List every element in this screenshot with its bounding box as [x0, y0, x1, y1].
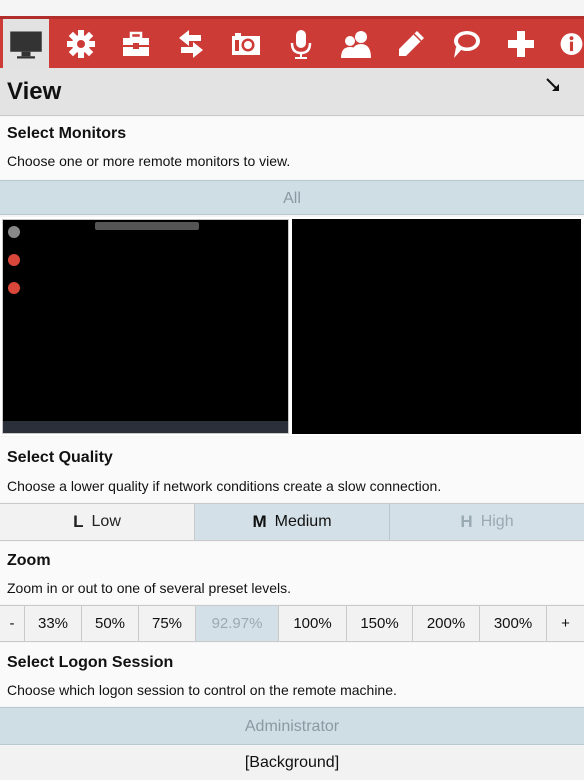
- info-icon: [560, 32, 583, 55]
- session-administrator-button[interactable]: Administrator: [0, 707, 584, 745]
- section-title: Select Monitors: [7, 125, 127, 142]
- monitor-2-thumbnail[interactable]: [292, 219, 581, 434]
- toolbox-tab-button[interactable]: [113, 19, 159, 68]
- section-title: Select Quality: [7, 449, 113, 466]
- zoom-100-button[interactable]: 100%: [279, 606, 347, 641]
- monitor-icon: [10, 31, 42, 59]
- remote-taskbar: [3, 421, 288, 433]
- section-title: Select Logon Session: [7, 654, 174, 671]
- browser-icon: [8, 282, 20, 294]
- zoom-150-button[interactable]: 150%: [347, 606, 413, 641]
- chat-bubble-icon: [454, 30, 480, 58]
- screenshot-tab-button[interactable]: [223, 19, 269, 68]
- section-title: Zoom: [7, 552, 51, 569]
- annotate-tab-button[interactable]: [388, 19, 434, 68]
- zoom-current-button[interactable]: 92.97%: [196, 606, 279, 641]
- section-description: Choose a lower quality if network condit…: [7, 478, 442, 494]
- users-icon: [341, 30, 371, 58]
- session-background-button[interactable]: [Background]: [0, 746, 584, 780]
- plus-icon: [508, 30, 534, 57]
- view-tab-button[interactable]: [3, 19, 49, 71]
- quality-high-button[interactable]: H High: [390, 504, 584, 540]
- zoom-200-button[interactable]: 200%: [413, 606, 480, 641]
- pencil-icon: [399, 30, 424, 56]
- recycle-bin-icon: [8, 226, 20, 238]
- quality-options: L Low M Medium H High: [0, 503, 584, 541]
- info-tab-button[interactable]: [553, 19, 584, 68]
- all-monitors-button[interactable]: All: [0, 180, 584, 215]
- chat-tab-button[interactable]: [443, 19, 489, 68]
- zoom-out-button[interactable]: -: [0, 606, 25, 641]
- zoom-50-button[interactable]: 50%: [82, 606, 139, 641]
- add-tab-button[interactable]: [498, 19, 544, 68]
- zoom-300-button[interactable]: 300%: [480, 606, 547, 641]
- zoom-section: Zoom Zoom in or out to one of several pr…: [0, 542, 584, 604]
- panel-title: View: [7, 78, 62, 105]
- monitor-thumbnails: [0, 217, 584, 436]
- monitor-1-thumbnail[interactable]: [2, 219, 289, 434]
- select-quality-section: Select Quality Choose a lower quality if…: [0, 437, 584, 502]
- settings-tab-button[interactable]: [58, 19, 104, 68]
- camera-icon: [232, 32, 260, 55]
- users-tab-button[interactable]: [333, 19, 379, 68]
- view-panel-header: View: [0, 68, 584, 116]
- collapse-arrow-icon[interactable]: [544, 76, 562, 94]
- quality-medium-button[interactable]: M Medium: [195, 504, 390, 540]
- zoom-33-button[interactable]: 33%: [25, 606, 82, 641]
- toolbox-icon: [123, 31, 149, 56]
- quality-low-button[interactable]: L Low: [0, 504, 195, 540]
- remote-toolbar-preview: [95, 222, 199, 230]
- microphone-icon: [290, 29, 312, 59]
- gear-icon: [67, 29, 95, 58]
- section-description: Choose which logon session to control on…: [7, 682, 397, 698]
- tool-tabs-bar: [0, 16, 584, 71]
- zoom-in-button[interactable]: +: [547, 606, 584, 641]
- zoom-75-button[interactable]: 75%: [139, 606, 196, 641]
- transfer-arrows-icon: [179, 29, 203, 58]
- chrome-icon: [8, 254, 20, 266]
- file-transfer-tab-button[interactable]: [168, 19, 214, 68]
- zoom-levels: - 33% 50% 75% 92.97% 100% 150% 200% 300%…: [0, 605, 584, 642]
- audio-tab-button[interactable]: [278, 19, 324, 68]
- section-description: Zoom in or out to one of several preset …: [7, 580, 292, 596]
- logon-session-section: Select Logon Session Choose which logon …: [0, 643, 584, 706]
- section-description: Choose one or more remote monitors to vi…: [7, 153, 291, 169]
- select-monitors-section: Select Monitors Choose one or more remot…: [0, 117, 584, 179]
